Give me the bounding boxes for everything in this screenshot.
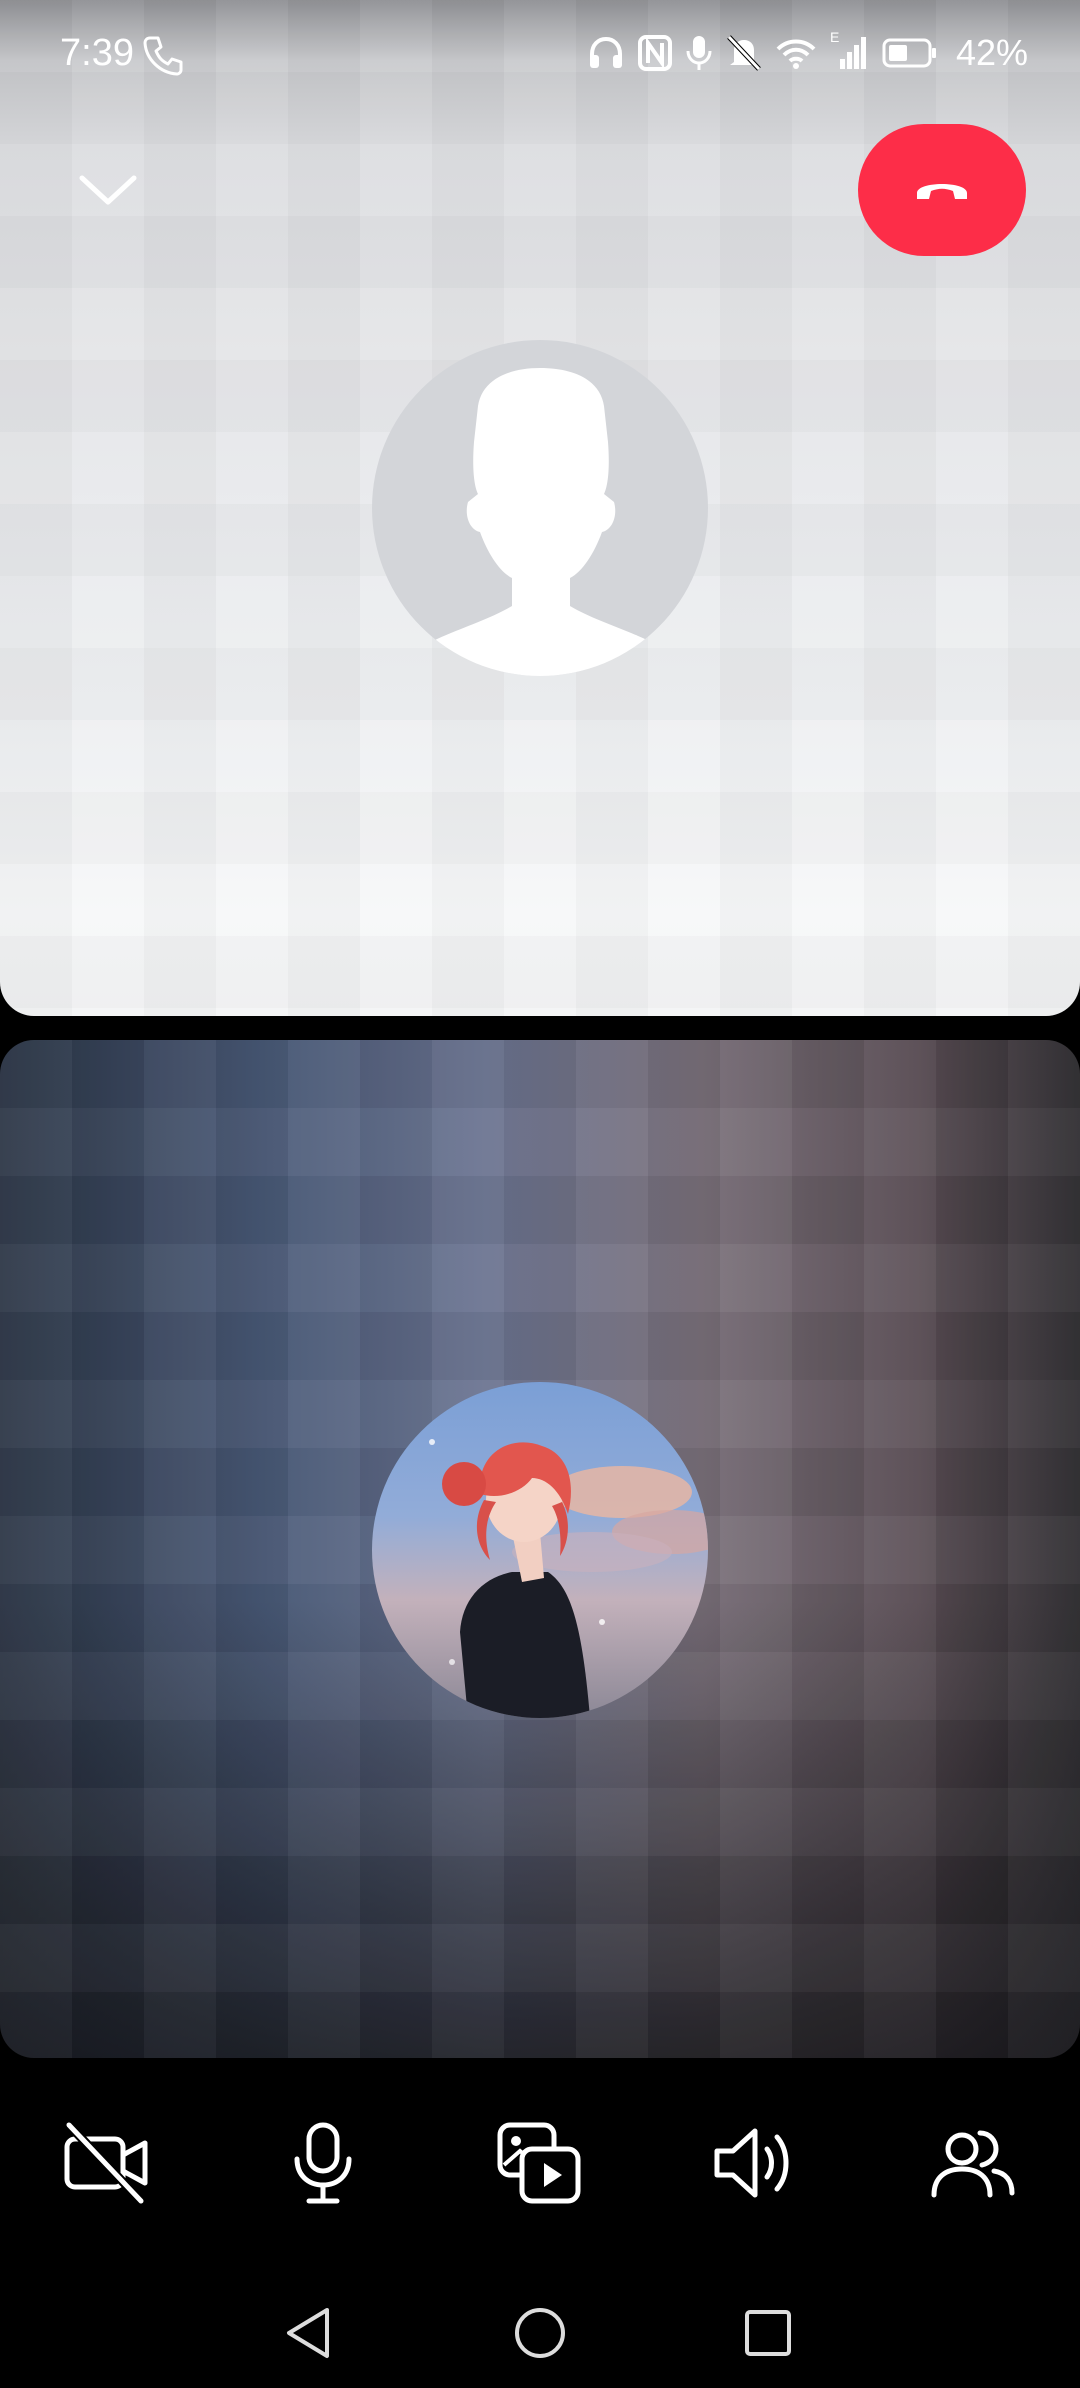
wifi-icon xyxy=(776,39,816,69)
home-button[interactable] xyxy=(500,2298,580,2368)
headphones-icon xyxy=(589,36,622,68)
video-off-icon xyxy=(64,2121,148,2205)
call-icon xyxy=(143,36,183,76)
user-profile-avatar xyxy=(372,1382,708,1718)
recents-icon xyxy=(745,2310,791,2356)
remote-participant-tile xyxy=(0,0,1080,1016)
microphone-button[interactable] xyxy=(268,2108,378,2218)
recents-button[interactable] xyxy=(728,2298,808,2368)
person-silhouette-icon xyxy=(392,368,690,676)
back-button[interactable] xyxy=(268,2298,348,2368)
speaker-icon xyxy=(714,2128,789,2198)
people-icon xyxy=(931,2130,1015,2198)
phone-hangup-icon xyxy=(917,184,967,199)
add-people-button[interactable] xyxy=(918,2108,1028,2218)
minimize-call-button[interactable] xyxy=(68,160,148,220)
mic-icon xyxy=(686,36,712,70)
share-media-button[interactable] xyxy=(484,2108,594,2218)
battery-percent: 42% xyxy=(955,32,1028,73)
camera-off-button[interactable] xyxy=(52,2108,162,2218)
nfc-icon xyxy=(637,35,672,71)
bell-muted-icon xyxy=(727,35,761,71)
anime-girl-profile-photo xyxy=(429,1439,708,1718)
home-icon xyxy=(515,2308,565,2358)
end-call-button[interactable] xyxy=(858,124,1026,256)
status-bar: 7:39 E 42% xyxy=(0,0,1080,110)
system-navigation-bar xyxy=(0,2280,1080,2388)
media-share-icon xyxy=(497,2122,581,2204)
chevron-down-icon xyxy=(79,175,137,205)
default-avatar xyxy=(372,340,708,676)
speaker-button[interactable] xyxy=(700,2108,810,2218)
mic-icon xyxy=(294,2122,352,2204)
status-time: 7:39 xyxy=(60,32,134,74)
signal-icon: E xyxy=(830,29,868,71)
back-icon xyxy=(287,2308,329,2358)
battery-icon xyxy=(882,38,936,68)
call-controls xyxy=(0,2090,1080,2220)
